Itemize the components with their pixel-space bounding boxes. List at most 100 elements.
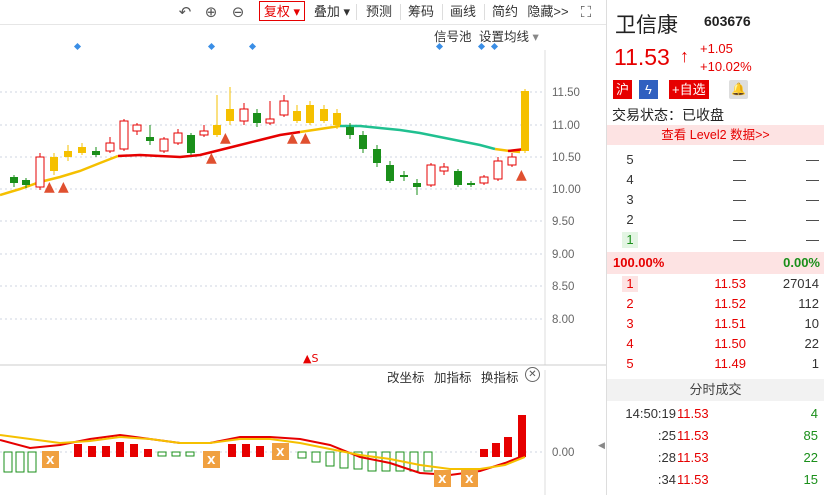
bell-icon[interactable]: 🔔 [729,80,748,99]
add-indicator-link[interactable]: 加指标 [434,367,472,386]
macd-bar [297,451,307,459]
tick-time: :28 [657,450,676,465]
ask-row: 4 — — [607,170,824,190]
level-volume: — [806,212,819,227]
candle-body [386,165,394,181]
candle-body [400,175,408,177]
price-tick: 10.50 [552,152,581,164]
level-price: 11.49 [714,356,746,371]
level-price: — [733,212,746,227]
level-label: 3 [626,192,634,207]
simple-button[interactable]: 简约 [490,0,520,24]
sub-zero-tick: 0.00 [552,447,574,459]
candle-body [265,118,275,124]
level-price: — [733,232,746,247]
price-tick: 8.50 [552,281,574,293]
price-tick: 11.00 [552,120,580,132]
price-change-pct: +10.02% [700,59,752,74]
divider [400,4,401,20]
price-tick: 9.00 [552,249,574,261]
price-change: +1.05 [700,41,733,56]
candle-body [187,135,195,153]
add-watchlist-button[interactable]: +自选 [669,80,709,99]
level-volume: — [806,232,819,247]
stock-code: 603676 [704,13,751,29]
level-volume: — [806,172,819,187]
x-signal-icon: X [465,473,474,486]
ratio-left: 100.00% [613,255,665,270]
moving-average [0,124,526,197]
candle-body [293,111,301,121]
draw-line-button[interactable]: 画线 [448,0,478,24]
x-signal-icon: X [207,454,216,467]
macd-bar [144,449,152,457]
candle-body [479,176,489,184]
set-ma-link[interactable]: 设置均线 ▾ [479,26,539,45]
candle-body [50,157,58,171]
candle-body [493,160,503,180]
price-tick: 10.00 [552,184,581,196]
level-price: — [733,192,746,207]
candle-body [279,100,289,116]
x-signal-icon: X [276,446,285,459]
rocket-icon: ▲ [220,130,231,146]
macd-bar [27,451,37,473]
level-label: 5 [626,152,634,167]
tick-volume: 4 [810,406,818,421]
macd-bars [3,415,526,473]
candle-body [253,113,261,123]
collapse-arrow-icon[interactable]: ◀ [598,440,605,451]
candle-body [35,156,45,188]
tick-volume: 15 [803,472,818,487]
candle-body [454,171,462,185]
macd-bar [185,451,195,457]
candle-body [373,149,381,163]
tick-time: 14:50:19 [625,406,676,421]
kline-chart-area[interactable]: ↶ ⊕ ⊖ 复权 ▾ 叠加 ▾ 预测 筹码 画线 简约 隐藏>> ⛶ 11.50… [0,0,606,495]
tick-row: :34 11.53 15 [607,469,824,491]
macd-bar [130,444,138,457]
switch-indicator-link[interactable]: 换指标 [481,367,519,386]
level-label: 2 [626,296,634,311]
tick-price: 11.53 [677,406,709,421]
undo-icon[interactable]: ↶ [176,3,194,21]
hide-button[interactable]: 隐藏>> [525,0,571,24]
macd-bar [3,451,13,473]
level2-link[interactable]: 查看 Level2 数据>> [607,125,824,145]
candle-body [64,151,72,157]
fuquan-dropdown[interactable]: 复权 ▾ [259,1,305,21]
bid-ask-ratio: 100.00% 0.00% [607,252,824,274]
chips-button[interactable]: 筹码 [406,0,436,24]
macd-bar [492,443,500,457]
change-coord-link[interactable]: 改坐标 [387,367,425,386]
close-circle-icon[interactable]: ✕ [525,367,540,382]
fullscreen-icon[interactable]: ⛶ [577,3,595,21]
overlay-dropdown[interactable]: 叠加 ▾ [312,0,352,24]
lightning-icon[interactable]: ϟ [639,80,658,99]
macd-bar [15,451,25,473]
tick-price: 11.53 [677,450,709,465]
candle-body [346,127,354,135]
candle-body [359,135,367,149]
divider [442,4,443,20]
bid-row: 5 11.49 1 [607,354,824,374]
price-ticks: 11.50 11.00 10.50 10.00 9.50 9.00 8.50 8… [552,87,581,459]
macd-bar [171,451,181,457]
sell-signal-icon: ▲S [303,352,318,365]
zoom-in-icon[interactable]: ⊕ [202,3,220,21]
zoom-out-icon[interactable]: ⊖ [229,3,247,21]
candle-body [467,183,475,185]
candle-body [320,109,328,121]
level-price: 11.51 [714,316,746,331]
signal-marker [73,42,82,51]
macd-bar [325,451,335,467]
candle-body [159,138,169,152]
candle-body [413,183,421,187]
signal-marker [207,42,216,51]
level-volume: 1 [811,356,819,371]
forecast-button[interactable]: 预测 [362,0,396,24]
level-volume: 27014 [782,276,819,291]
macd-bar [409,451,419,472]
level-price: 11.53 [714,276,746,291]
signal-pool-link[interactable]: 信号池 [434,26,472,45]
